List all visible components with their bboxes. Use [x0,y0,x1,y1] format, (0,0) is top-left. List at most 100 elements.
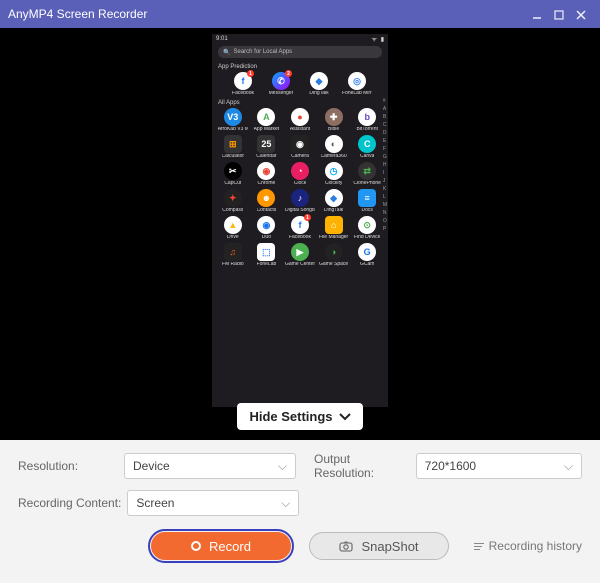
app-icon: ✆2 [272,72,290,90]
app-item: bBitTorrent [350,108,384,132]
chevron-down-icon [339,409,351,424]
camera-icon [339,541,353,552]
output-resolution-value: 720*1600 [425,459,476,473]
all-apps-grid: V3AfroKab V3 Mobile PosAApp Market●Assis… [212,108,388,267]
app-icon: A [257,108,275,126]
resolution-select[interactable]: Device ⌵ [124,453,296,479]
app-label: FoneLab [257,262,277,267]
recording-history-link[interactable]: Recording history [474,539,582,553]
app-icon: ⊞ [224,135,242,153]
app-item: ☻Contacts [250,189,284,213]
output-resolution-select[interactable]: 720*1600 ⌵ [416,453,582,479]
app-label: Facebook [232,91,254,96]
app-icon: ♫ [224,243,242,261]
app-item: ◉Camera [283,135,317,159]
app-label: AfroKab V3 Mobile Pos [218,127,248,132]
phone-search-bar: 🔍 Search for Local Apps [218,46,382,58]
app-icon: ⇄ [358,162,376,180]
app-icon: ⌂ [325,216,343,234]
chevron-down-icon: ⌵ [564,459,573,474]
record-icon [191,541,201,551]
app-icon: G [358,243,376,261]
status-icons: ᯤ ▮ [370,35,384,43]
index-letter: J [383,178,387,184]
recording-content-label: Recording Content: [18,496,121,510]
app-item: CCanva [350,135,384,159]
history-label: Recording history [489,539,582,553]
app-icon: ◆ [325,189,343,207]
record-button[interactable]: Record [151,532,291,560]
close-button[interactable] [570,7,592,21]
app-label: Facebook [289,235,311,240]
index-letter: B [383,114,387,120]
app-icon: ⬚ [257,243,275,261]
app-label: Clockify [325,181,343,186]
app-item: ⬚FoneLab [250,243,284,267]
index-letter: A [383,106,387,112]
search-icon: 🔍 [223,49,230,56]
app-item: ♪Digital Songbook [283,189,317,213]
app-icon: ▶ [291,243,309,261]
app-item: ✆2Messenger [262,72,300,96]
app-icon: 25 [257,135,275,153]
index-letter: E [383,138,387,144]
hide-settings-button[interactable]: Hide Settings [237,403,362,430]
app-item: ◆DingTalk [317,189,351,213]
hide-settings-label: Hide Settings [249,409,332,424]
app-label: File Manager [319,235,348,240]
minimize-button[interactable] [526,7,548,21]
app-icon: b [358,108,376,126]
phone-status-bar: 9:01 ᯤ ▮ [212,34,388,44]
app-label: Camera360 [321,154,347,159]
notification-badge: 1 [247,70,254,77]
app-icon: ⊙ [358,216,376,234]
maximize-button[interactable] [548,7,570,21]
search-placeholder: Search for Local Apps [233,49,292,55]
index-letter: L [383,194,387,200]
app-icon: ▲ [224,216,242,234]
snapshot-button[interactable]: SnapShot [309,532,449,560]
app-icon: ◉ [257,216,275,234]
recording-content-select[interactable]: Screen ⌵ [127,490,299,516]
output-resolution-label: Output Resolution: [314,452,410,480]
app-label: Duo [262,235,271,240]
app-item: ◐Camera360 [317,135,351,159]
app-item: ◷Clockify [317,162,351,186]
index-letter: I [383,170,387,176]
index-letter: # [383,98,387,104]
titlebar: AnyMP4 Screen Recorder [0,0,600,28]
app-label: App Market [254,127,280,132]
app-icon: ◑ [325,243,343,261]
app-label: Game Space [319,262,348,267]
battery-icon: ▮ [381,37,384,43]
app-item: ⊞Calculator [216,135,250,159]
section-prediction-label: App Prediction [212,60,388,72]
app-label: Bible [328,127,339,132]
app-item: AApp Market [250,108,284,132]
index-letter: M [383,202,387,208]
app-label: Game Center [285,262,315,267]
app-label: CapCut [224,181,241,186]
app-label: Messenger [269,91,294,96]
app-icon: ☻ [257,189,275,207]
index-letter: D [383,130,387,136]
app-icon: ✦ [224,189,242,207]
app-label: Calculator [222,154,245,159]
index-letter: O [383,218,387,224]
app-icon: f1 [291,216,309,234]
recording-content-value: Screen [136,496,174,510]
app-item: ◆DingTalk [300,72,338,96]
app-item: ✚Bible [317,108,351,132]
app-label: FM Radio [222,262,244,267]
app-label: Chrome [257,181,275,186]
app-title: AnyMP4 Screen Recorder [8,7,526,21]
app-icon: ◉ [291,135,309,153]
maximize-icon [553,9,565,21]
app-label: Digital Songbook [285,208,315,213]
app-item: ⌂File Manager [317,216,351,240]
app-item: ●Assistant [283,108,317,132]
app-item: ♫FM Radio [216,243,250,267]
app-item: f1Facebook [283,216,317,240]
alpha-index: #ABCDEFGHIJKLMNOP [383,98,387,232]
app-label: Canva [360,154,374,159]
